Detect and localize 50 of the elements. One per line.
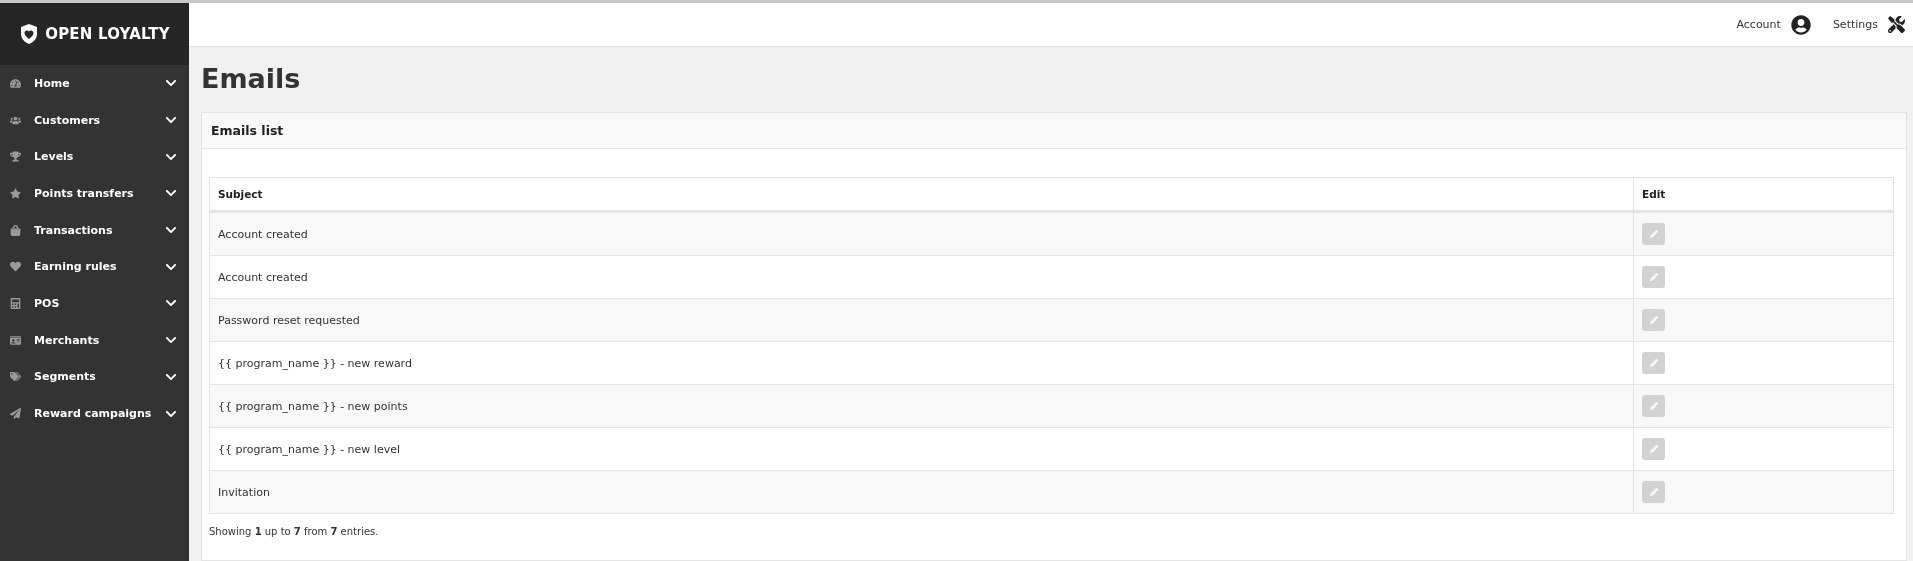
shield-logo-icon [19,23,40,45]
edit-button[interactable] [1642,438,1665,460]
pencil-icon [1649,316,1658,324]
pencil-icon [1649,488,1658,496]
pencil-icon [1649,402,1658,410]
edit-button[interactable] [1642,223,1665,245]
sidebar-item[interactable]: POS [0,285,189,322]
settings-link[interactable]: Settings [1832,18,1878,31]
gauge-icon [10,77,21,89]
sidebar-item[interactable]: Segments [0,358,189,396]
tags-icon [10,371,21,383]
panel-title: Emails list [211,123,284,138]
sidebar-item[interactable]: Customers [0,101,189,139]
user-icon[interactable] [1790,14,1811,35]
edit-button[interactable] [1642,352,1665,374]
table-cell: Account created [209,211,1634,256]
calculator-icon [10,297,21,309]
sidebar-item[interactable]: Merchants [0,321,189,359]
sidebar-item[interactable]: Points transfers [0,175,189,212]
sidebar-item[interactable]: Levels [0,138,189,176]
page-title: Emails [200,62,302,96]
sidebar-item[interactable]: Reward campaigns [0,395,189,432]
edit-button[interactable] [1642,481,1665,503]
table-cell: {{ program_name }} - new points [209,384,1634,428]
account-link[interactable]: Account [1736,18,1781,31]
trophy-icon [10,151,21,163]
table-cell: {{ program_name }} - new level [209,427,1634,471]
sidebar-item[interactable]: Transactions [0,211,189,249]
star-icon [10,187,21,199]
heart-icon [10,261,21,273]
id-card-icon [10,334,21,346]
entries-summary: Showing 1 up to 7 from 7 entries. [209,526,380,537]
pencil-icon [1649,230,1658,238]
table-cell: Password reset requested [209,298,1634,342]
pencil-icon [1649,445,1658,453]
bag-icon [10,224,21,236]
table-cell: Account created [209,255,1634,299]
users-icon [10,114,21,126]
logo-text: OPEN LOYALTY [45,25,170,43]
sidebar-item[interactable]: Home [0,65,189,102]
table-cell: {{ program_name }} - new reward [209,341,1634,385]
pencil-icon [1649,359,1658,367]
paper-plane-icon [10,408,21,420]
table-cell: Invitation [209,470,1634,514]
sidebar-item[interactable]: Earning rules [0,248,189,286]
edit-button[interactable] [1642,395,1665,417]
edit-button[interactable] [1642,309,1665,331]
pencil-icon [1649,273,1658,281]
tools-icon[interactable] [1888,16,1905,33]
edit-button[interactable] [1642,266,1665,288]
